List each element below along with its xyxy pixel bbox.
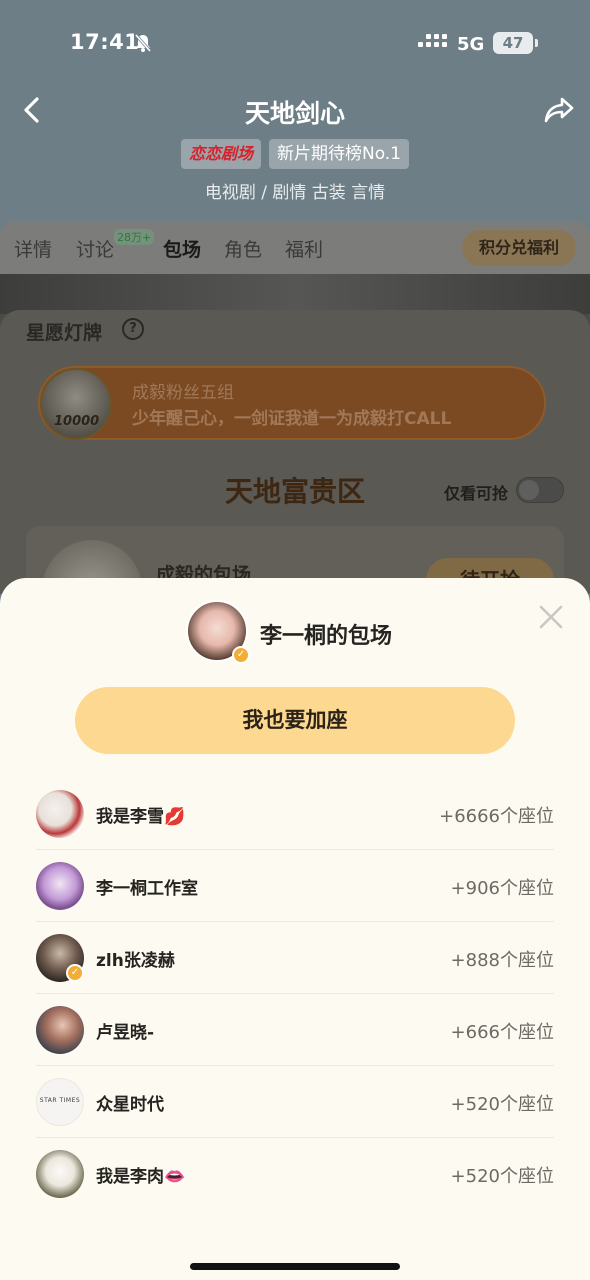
tab-welfare[interactable]: 福利: [285, 235, 323, 262]
user-name: 我是李肉👄: [96, 1167, 186, 1187]
star-wish-title: 星愿灯牌: [26, 322, 103, 344]
tab-details[interactable]: 详情: [14, 235, 52, 262]
list-item[interactable]: ✓ zlh张凌赫 +888个座位: [36, 922, 554, 994]
seat-count: +666个座位: [450, 1022, 554, 1043]
fan-avatar: [40, 368, 112, 440]
network-type: 5G: [457, 34, 485, 55]
verified-badge-icon: ✓: [232, 646, 250, 664]
battery-icon: 47: [493, 32, 538, 54]
status-bar: 17:41 5G 47: [0, 0, 590, 88]
user-avatar[interactable]: [36, 1150, 84, 1198]
sheet-title: 李一桐的包场: [260, 624, 393, 649]
seat-contributor-list: 我是李雪💋 +6666个座位 李一桐工作室 +906个座位 ✓ zlh张凌赫 +…: [36, 778, 554, 1210]
tab-label: 详情: [14, 239, 53, 261]
lamp-group-name: 成毅粉丝五组: [132, 383, 234, 403]
tab-label: 包场: [163, 239, 202, 261]
help-icon[interactable]: ?: [122, 318, 144, 340]
user-avatar[interactable]: [36, 790, 84, 838]
home-indicator[interactable]: [190, 1263, 400, 1270]
page-title: 天地剑心: [244, 99, 345, 128]
list-item[interactable]: 我是李雪💋 +6666个座位: [36, 778, 554, 850]
rank-tag[interactable]: 新片期待榜No.1: [268, 139, 410, 169]
tab-label: 讨论: [76, 239, 115, 261]
user-avatar[interactable]: ✓: [36, 934, 84, 982]
seat-count: +520个座位: [450, 1166, 554, 1187]
genre-text: 电视剧 / 剧情 古装 言情: [204, 183, 386, 203]
verified-badge-icon: ✓: [66, 964, 84, 982]
close-icon[interactable]: [536, 602, 566, 632]
user-name: 我是李雪💋: [96, 807, 186, 827]
available-only-label: 仅看可抢: [444, 484, 509, 503]
star-times-logo: STAR TIMES: [39, 1097, 81, 1104]
seat-count: +906个座位: [450, 878, 554, 899]
status-time: 17:41: [70, 30, 140, 54]
cellular-signal-icon: [418, 34, 447, 47]
user-name: zlh张凌赫: [96, 951, 175, 971]
list-item[interactable]: STAR TIMES 众星时代 +520个座位: [36, 1066, 554, 1138]
seat-count: +520个座位: [450, 1094, 554, 1115]
user-name: 卢昱晓-: [96, 1023, 155, 1043]
bell-muted-icon: [134, 34, 152, 52]
lamp-score: 10000: [54, 414, 100, 429]
title-bar: 天地剑心: [0, 88, 590, 138]
owner-avatar[interactable]: ✓: [186, 600, 250, 664]
available-only-toggle[interactable]: [516, 477, 564, 503]
brand-tag: 恋恋剧场: [180, 139, 261, 169]
tab-discussion[interactable]: 讨论 28万+: [76, 229, 155, 262]
seat-count: +888个座位: [450, 950, 554, 971]
tab-roles[interactable]: 角色: [224, 235, 262, 262]
redeem-points-button[interactable]: 积分兑福利: [462, 230, 576, 266]
add-seat-button[interactable]: 我也要加座: [75, 687, 515, 754]
booking-detail-sheet: ✓ 李一桐的包场 我也要加座 我是李雪💋 +6666个座位 李一桐工作室 +90…: [0, 578, 590, 1280]
user-avatar[interactable]: [36, 862, 84, 910]
user-name: 众星时代: [96, 1095, 164, 1115]
tab-label: 角色: [224, 239, 263, 261]
tag-row: 恋恋剧场 新片期待榜No.1: [0, 139, 590, 169]
background-content: 星愿灯牌 ? 10000 成毅粉丝五组 少年醒己心，一剑证我道一为成毅打CALL…: [0, 274, 590, 594]
lamp-slogan: 少年醒己心，一剑证我道一为成毅打CALL: [132, 409, 452, 429]
user-avatar[interactable]: STAR TIMES: [36, 1078, 84, 1126]
list-item[interactable]: 李一桐工作室 +906个座位: [36, 850, 554, 922]
user-name: 李一桐工作室: [96, 879, 198, 899]
promo-banner: [0, 274, 590, 314]
share-icon[interactable]: [543, 96, 575, 124]
tab-label: 福利: [285, 239, 324, 261]
list-item[interactable]: 卢昱晓- +666个座位: [36, 994, 554, 1066]
discussion-count-badge: 28万+: [114, 229, 155, 245]
user-avatar[interactable]: [36, 1006, 84, 1054]
list-item[interactable]: 我是李肉👄 +520个座位: [36, 1138, 554, 1210]
seat-count: +6666个座位: [439, 806, 554, 827]
fan-lamp-banner[interactable]: 10000 成毅粉丝五组 少年醒己心，一剑证我道一为成毅打CALL: [38, 366, 546, 440]
tab-booking[interactable]: 包场: [163, 235, 201, 262]
